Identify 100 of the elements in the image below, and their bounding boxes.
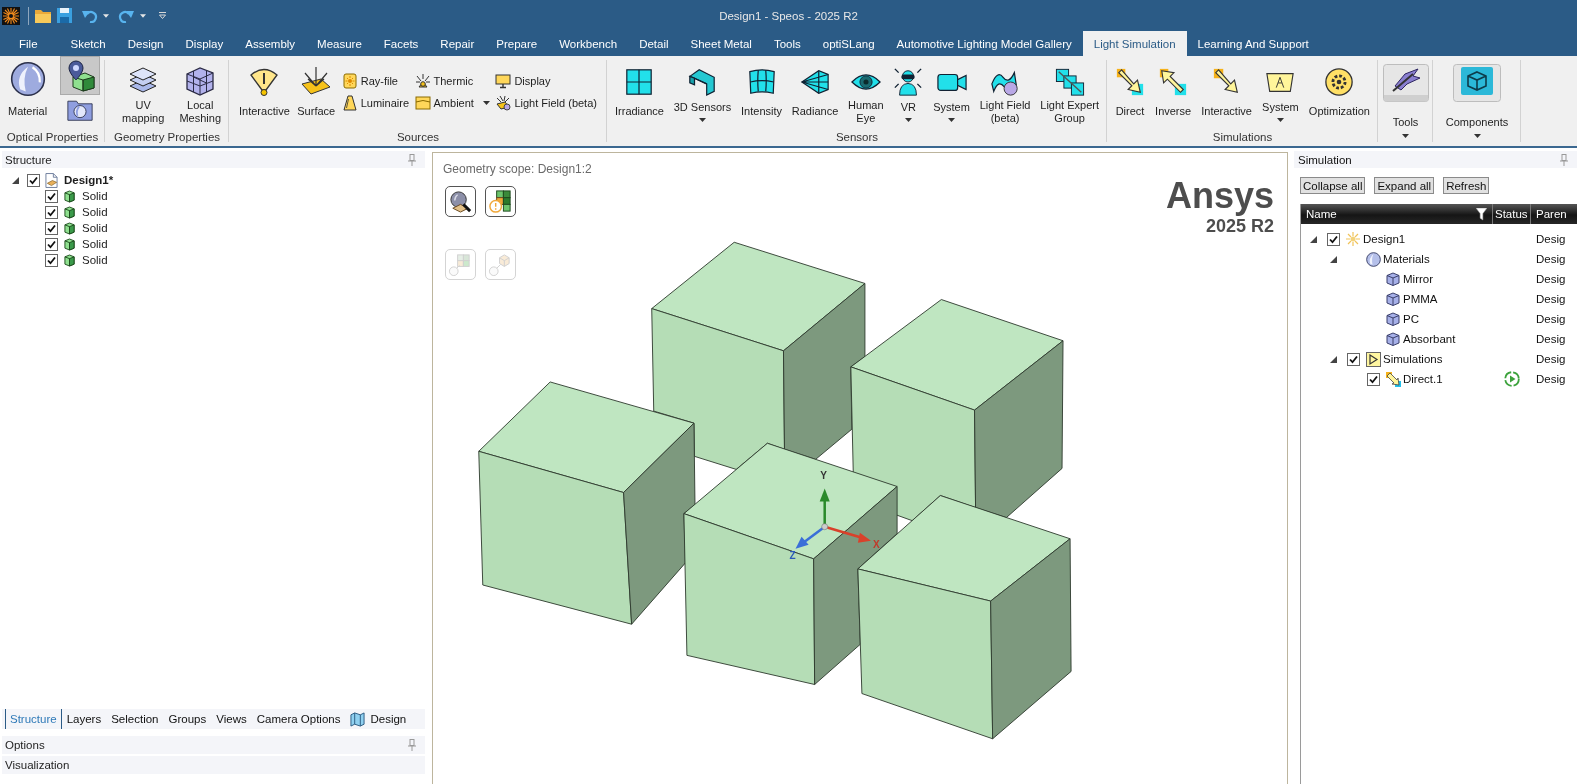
ribbon-button[interactable]: Display (493, 70, 599, 91)
ribbon-button[interactable]: Ambient (412, 92, 492, 113)
ribbon-button[interactable]: Surface (294, 56, 339, 127)
menu-tab[interactable]: Workbench (548, 31, 629, 56)
checkbox[interactable] (44, 221, 58, 235)
ribbon-button[interactable]: Light Field (beta) (493, 92, 599, 113)
tree-item[interactable]: PC (1403, 313, 1419, 325)
column-header[interactable]: Name (1301, 204, 1493, 224)
tree-item[interactable]: Design1* (64, 174, 114, 186)
ribbon-button[interactable]: System (930, 56, 973, 127)
ribbon-button[interactable]: Components (1444, 56, 1510, 145)
ribbon-button[interactable]: Direct (1112, 56, 1148, 127)
cube-solid[interactable] (857, 495, 1072, 740)
tree-item[interactable]: Solid (82, 190, 108, 202)
quick-access-menu-icon[interactable] (159, 12, 166, 19)
tree-item[interactable]: Simulations (1383, 353, 1443, 365)
panel-button[interactable]: Expand all (1374, 177, 1435, 194)
ribbon-button[interactable]: Ray-file (339, 70, 411, 91)
cube-solid[interactable] (651, 241, 866, 470)
tree-item[interactable]: Absorbant (1403, 333, 1456, 345)
cube-solid[interactable] (683, 442, 898, 685)
ribbon-button[interactable]: Interactive (1198, 56, 1255, 127)
panel-tab[interactable]: Design (345, 709, 412, 729)
ribbon-button[interactable]: VR (890, 56, 927, 127)
viewport-canvas[interactable]: Y X Z Geometry scope: Design1:2 Ansys 2025 R2 (432, 152, 1288, 784)
caret-icon[interactable] (103, 13, 109, 18)
cube-solid[interactable] (478, 381, 696, 625)
panel-button[interactable]: Refresh (1443, 177, 1490, 194)
ribbon-button[interactable]: Light Field (beta) (976, 56, 1034, 127)
caret-icon[interactable] (140, 13, 146, 18)
redo-icon[interactable] (118, 8, 134, 23)
section-header[interactable]: Visualization (2, 756, 425, 774)
expander-icon[interactable] (1329, 255, 1337, 263)
menu-tab[interactable]: Learning And Support (1186, 31, 1320, 56)
menu-tab[interactable]: File (8, 31, 60, 56)
save-icon[interactable] (57, 8, 72, 23)
tree-item[interactable]: Mirror (1403, 273, 1434, 285)
column-header[interactable]: Status (1493, 204, 1531, 224)
tree-item[interactable]: Solid (82, 238, 108, 250)
ribbon-toggle-button[interactable] (60, 56, 100, 95)
ribbon-button[interactable]: Irradiance (612, 56, 667, 127)
ribbon-button[interactable]: Luminaire (339, 92, 411, 113)
column-header[interactable]: Paren (1531, 204, 1577, 224)
ribbon-button[interactable]: Intensity (738, 56, 785, 127)
menu-tab[interactable]: Repair (429, 31, 486, 56)
menu-tab[interactable]: Design (116, 31, 175, 56)
checkbox[interactable] (1346, 352, 1360, 366)
panel-tab[interactable]: Layers (61, 709, 107, 729)
menu-tab[interactable]: Facets (372, 31, 430, 56)
menu-tab[interactable]: Light Simulation (1082, 31, 1187, 56)
panel-tab[interactable]: Camera Options (251, 709, 346, 729)
expander-icon[interactable] (1309, 235, 1317, 243)
tree-item[interactable]: Materials (1383, 253, 1430, 265)
ribbon-button[interactable]: Tools (1381, 56, 1430, 145)
tree-item[interactable]: Direct.1 (1403, 373, 1443, 385)
panel-button[interactable]: Collapse all (1300, 177, 1366, 194)
ribbon-button[interactable]: UV mapping (110, 56, 177, 127)
app-logo-icon[interactable] (2, 6, 20, 25)
tree-item[interactable]: Design1 (1363, 233, 1406, 245)
menu-tab[interactable]: Sheet Metal (679, 31, 763, 56)
view-tool-button[interactable] (485, 186, 516, 217)
ribbon-button[interactable]: Local Meshing (176, 56, 224, 127)
menu-tab[interactable]: Prepare (485, 31, 549, 56)
ribbon-button[interactable]: Radiance (788, 56, 842, 127)
expander-icon[interactable] (1329, 355, 1337, 363)
menu-tab[interactable]: Detail (628, 31, 680, 56)
menu-tab[interactable]: Measure (306, 31, 373, 56)
ribbon-button[interactable]: Interactive (236, 56, 293, 127)
checkbox[interactable] (44, 253, 58, 267)
ribbon-button[interactable]: Optimization (1305, 56, 1373, 127)
menu-tab[interactable]: optiSLang (811, 31, 886, 56)
section-header[interactable]: Options (2, 736, 425, 754)
checkbox[interactable] (44, 237, 58, 251)
panel-tab[interactable]: Views (211, 709, 252, 729)
ribbon-button[interactable]: Inverse (1152, 56, 1195, 127)
tree-item[interactable]: Solid (82, 206, 108, 218)
ribbon-button[interactable]: Thermic (412, 70, 492, 91)
ribbon-button[interactable]: Light Expert Group (1037, 56, 1102, 127)
expander-icon[interactable] (11, 176, 19, 184)
panel-tab[interactable]: Structure (5, 709, 62, 729)
view-tool-button[interactable] (445, 186, 476, 217)
tree-item[interactable]: PMMA (1403, 293, 1438, 305)
menu-tab[interactable]: Automotive Lighting Model Gallery (885, 31, 1083, 56)
checkbox[interactable] (26, 173, 40, 187)
panel-tab[interactable]: Selection (106, 709, 164, 729)
checkbox[interactable] (1366, 372, 1380, 386)
tree-item[interactable]: Solid (82, 254, 108, 266)
ribbon-button[interactable]: Human Eye (845, 56, 887, 127)
menu-tab[interactable]: Assembly (234, 31, 307, 56)
ribbon-button[interactable]: 3D Sensors (670, 56, 735, 127)
undo-icon[interactable] (82, 8, 98, 23)
folder-icon[interactable] (35, 8, 51, 23)
checkbox[interactable] (44, 189, 58, 203)
ribbon-button[interactable]: Material (5, 56, 51, 127)
checkbox[interactable] (1326, 232, 1340, 246)
panel-tab[interactable]: Groups (163, 709, 212, 729)
cube-solid[interactable] (850, 299, 1064, 522)
tree-item[interactable]: Solid (82, 222, 108, 234)
menu-tab[interactable]: Sketch (59, 31, 117, 56)
menu-tab[interactable]: Display (174, 31, 235, 56)
